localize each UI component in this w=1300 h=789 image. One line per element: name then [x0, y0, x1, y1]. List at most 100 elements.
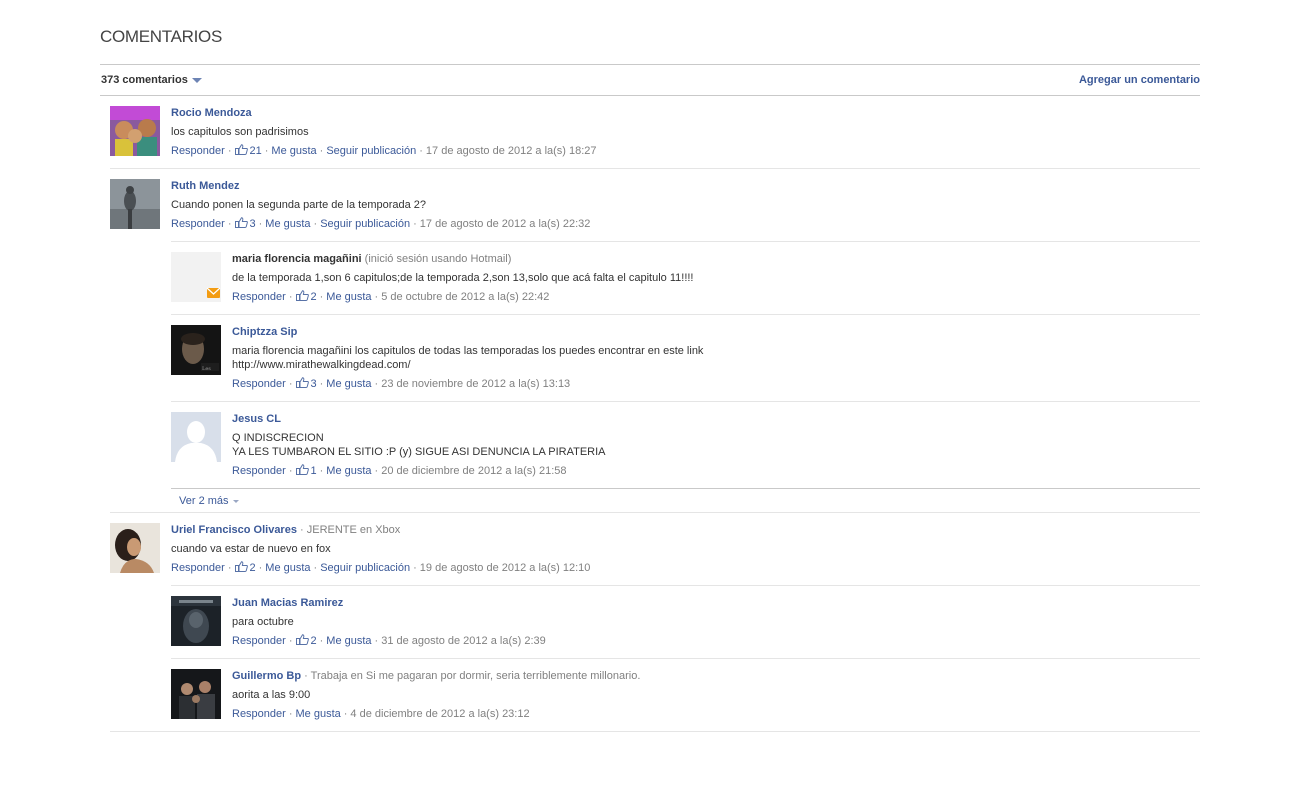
like-count-value: 2	[310, 291, 317, 303]
comment-text: de la temporada 1,son 6 capitulos;de la …	[232, 272, 694, 284]
comment-text: los capitulos son padrisimos	[171, 126, 309, 138]
comment-actions: Responder · 3 · Me gusta · 23 de noviembre de …	[232, 377, 571, 390]
divider	[110, 168, 1200, 169]
like-count[interactable]: 2	[295, 290, 317, 303]
reply-link[interactable]: Responder	[232, 465, 286, 477]
comment-author-link[interactable]: Chiptzza Sip	[232, 326, 297, 338]
author-note: (inició sesión usando Hotmail)	[364, 253, 512, 265]
like-count[interactable]: 3	[234, 217, 256, 230]
divider	[110, 731, 1200, 732]
avatar[interactable]	[171, 596, 221, 646]
like-count[interactable]: 3	[295, 377, 317, 390]
reply-link[interactable]: Responder	[232, 378, 286, 390]
avatar[interactable]	[110, 523, 160, 573]
comment-author-link[interactable]: Juan Macias Ramirez	[232, 597, 343, 609]
avatar-photo	[171, 596, 221, 646]
comment-author-link[interactable]: Uriel Francisco Olivares	[171, 524, 297, 536]
reply-link[interactable]: Responder	[171, 145, 225, 157]
like-link[interactable]: Me gusta	[326, 291, 371, 303]
avatar[interactable]	[110, 106, 160, 156]
like-count-value: 3	[249, 218, 256, 230]
comment-timestamp[interactable]: 23 de noviembre de 2012 a la(s) 13:13	[381, 378, 570, 390]
comment-text: Cuando ponen la segunda parte de la temp…	[171, 199, 427, 211]
avatar[interactable]	[171, 669, 221, 719]
comment-author-link[interactable]: Ruth Mendez	[171, 180, 239, 192]
like-count[interactable]: 2	[234, 561, 256, 574]
comment-timestamp[interactable]: 20 de diciembre de 2012 a la(s) 21:58	[381, 465, 566, 477]
page-title: COMENTARIOS	[100, 27, 223, 46]
thumbs-up-icon	[295, 290, 309, 301]
like-link[interactable]: Me gusta	[296, 708, 341, 720]
divider	[100, 64, 1200, 65]
avatar[interactable]	[171, 412, 221, 462]
comment-timestamp[interactable]: 4 de diciembre de 2012 a la(s) 23:12	[350, 708, 529, 720]
divider	[171, 658, 1200, 659]
like-link[interactable]: Me gusta	[265, 218, 310, 230]
reply-link[interactable]: Responder	[171, 218, 225, 230]
comment-timestamp[interactable]: 31 de agosto de 2012 a la(s) 2:39	[381, 635, 546, 647]
comment-actions: Responder · 2 · Me gusta · 31 de agosto de 201…	[232, 634, 546, 647]
comment-timestamp[interactable]: 17 de agosto de 2012 a la(s) 18:27	[426, 145, 597, 157]
divider	[171, 241, 1200, 242]
comment-text: Q INDISCRECION YA LES TUMBARON EL SITIO …	[232, 432, 606, 458]
like-count[interactable]: 2	[295, 634, 317, 647]
thumbs-up-icon	[295, 634, 309, 645]
comment-text: para octubre	[232, 616, 294, 628]
reply-link[interactable]: Responder	[232, 708, 286, 720]
thumbs-up-icon	[234, 144, 248, 155]
add-comment-link[interactable]: Agregar un comentario	[1079, 74, 1200, 86]
comment-count-dropdown[interactable]: 373 comentarios	[101, 74, 202, 86]
like-count-value: 2	[249, 562, 256, 574]
chevron-down-icon	[232, 499, 239, 503]
like-link[interactable]: Me gusta	[326, 378, 371, 390]
comment-timestamp[interactable]: 19 de agosto de 2012 a la(s) 12:10	[420, 562, 591, 574]
reply-link[interactable]: Responder	[232, 291, 286, 303]
like-count[interactable]: 1	[295, 464, 317, 477]
comment-author-link[interactable]: Jesus CL	[232, 413, 281, 425]
comment-author-name: maria florencia magañini	[232, 253, 362, 265]
thumbs-up-icon	[295, 377, 309, 388]
divider	[171, 401, 1200, 402]
silhouette-icon	[171, 412, 221, 462]
chevron-down-icon	[191, 77, 202, 83]
avatar-photo	[171, 669, 221, 719]
comments-toolbar: 373 comentarios Agregar un comentario	[100, 72, 1200, 90]
like-link[interactable]: Me gusta	[326, 635, 371, 647]
comment-text: maria florencia magañini los capitulos d…	[232, 345, 704, 371]
comment-text: aorita a las 9:00	[232, 689, 311, 701]
like-count[interactable]: 21	[234, 144, 262, 157]
follow-post-link[interactable]: Seguir publicación	[320, 562, 410, 574]
divider	[171, 314, 1200, 315]
view-more-label: Ver 2 más	[179, 495, 229, 507]
avatar	[171, 252, 221, 302]
comment-text: cuando va estar de nuevo en fox	[171, 543, 331, 555]
divider	[100, 95, 1200, 96]
comment-author-link[interactable]: Guillermo Bp	[232, 670, 301, 682]
follow-post-link[interactable]: Seguir publicación	[320, 218, 410, 230]
divider	[171, 488, 1200, 489]
comment-actions: Responder · Me gusta · 4 de diciembre de 201…	[232, 708, 530, 720]
avatar[interactable]: Les	[171, 325, 221, 375]
like-link[interactable]: Me gusta	[265, 562, 310, 574]
follow-post-link[interactable]: Seguir publicación	[326, 145, 416, 157]
svg-text:Les: Les	[202, 366, 211, 372]
comment-author-link[interactable]: Rocio Mendoza	[171, 107, 252, 119]
comment-actions: Responder · 2 · Me gusta · Seguir publicación ·…	[171, 561, 591, 574]
comment-timestamp[interactable]: 17 de agosto de 2012 a la(s) 22:32	[420, 218, 591, 230]
avatar[interactable]	[110, 179, 160, 229]
like-count-value: 1	[310, 465, 317, 477]
comment-count-label: 373 comentarios	[101, 74, 188, 86]
like-link[interactable]: Me gusta	[326, 465, 371, 477]
envelope-icon	[171, 252, 221, 302]
author-note: · JERENTE en Xbox	[300, 524, 401, 536]
avatar-photo	[110, 523, 160, 573]
comment-timestamp[interactable]: 5 de octubre de 2012 a la(s) 22:42	[381, 291, 549, 303]
like-link[interactable]: Me gusta	[271, 145, 316, 157]
view-more-replies-link[interactable]: Ver 2 más	[179, 495, 239, 507]
comment-actions: Responder · 21 · Me gusta · Seguir publicación…	[171, 144, 597, 157]
comment-actions: Responder · 1 · Me gusta · 20 de diciembre de …	[232, 464, 567, 477]
reply-link[interactable]: Responder	[171, 562, 225, 574]
thumbs-up-icon	[234, 217, 248, 228]
reply-link[interactable]: Responder	[232, 635, 286, 647]
like-count-value: 21	[249, 145, 262, 157]
